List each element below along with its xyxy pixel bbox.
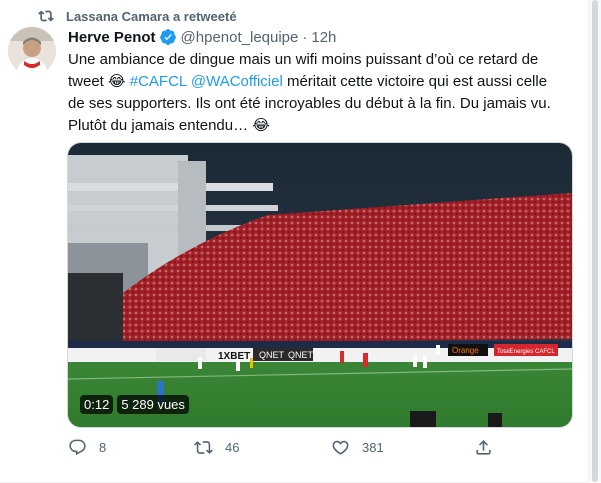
like-button[interactable]: 381 xyxy=(331,438,384,457)
reply-icon xyxy=(69,439,86,456)
ad-board-qnet-1: QNET xyxy=(259,350,285,360)
ad-board-totalenergies: TotalEnergies CAFCL xyxy=(497,349,555,355)
laughing-emoji-icon: 😂 xyxy=(252,117,270,134)
tweet-text-line4: Plutôt du jamais entendu… xyxy=(68,117,253,134)
video-views: 5 289 vues xyxy=(117,395,189,414)
tweet-header: Herve Penot @hpenot_lequipe · 12h xyxy=(68,27,336,47)
separator-dot: · xyxy=(302,28,308,46)
tweet-text-line1: Une ambiance de dingue mais un wifi moin… xyxy=(68,51,539,68)
author-name[interactable]: Herve Penot xyxy=(68,29,156,46)
tweet-text: Une ambiance de dingue mais un wifi moin… xyxy=(68,49,573,137)
share-button[interactable] xyxy=(474,438,505,457)
share-icon xyxy=(476,440,491,455)
tweet-card[interactable]: Lassana Camara a retweeté Herve Penot @h… xyxy=(0,0,589,483)
retweet-icon xyxy=(194,441,213,454)
tweet-text-line2b: méritait cette victoire qui est aussi ce… xyxy=(282,73,548,90)
heart-icon xyxy=(332,440,349,455)
hashtag-link[interactable]: #CAFCL xyxy=(130,73,187,90)
reply-button[interactable]: 8 xyxy=(68,438,106,457)
author-handle[interactable]: @hpenot_lequipe xyxy=(181,29,299,46)
tweet-time[interactable]: 12h xyxy=(311,29,336,46)
retweet-button[interactable]: 46 xyxy=(194,438,239,457)
scrollbar-thumb[interactable] xyxy=(592,0,598,482)
ad-board-orange: Orange xyxy=(452,346,479,355)
video-frame: 1XBET QNET QNET Orange TotalEnergies CAF… xyxy=(68,143,572,427)
mention-link[interactable]: @WACofficiel xyxy=(191,73,283,90)
retweet-count: 46 xyxy=(225,440,240,455)
ad-board-1xbet: 1XBET xyxy=(218,351,250,362)
laughing-emoji-icon: 😂 xyxy=(108,73,126,90)
avatar-image xyxy=(8,27,56,75)
video-overlay: 0:12 5 289 vues xyxy=(80,395,189,414)
like-count: 381 xyxy=(362,440,384,455)
reply-count: 8 xyxy=(99,440,107,455)
tweet-text-line3: de ses supporters. Ils ont été incroyabl… xyxy=(68,95,551,112)
verified-badge-icon xyxy=(159,29,176,45)
ad-board-qnet-2: QNET xyxy=(288,350,314,360)
video-time: 0:12 xyxy=(80,395,114,414)
retweet-label[interactable]: Lassana Camara a retweeté xyxy=(66,9,237,24)
tweet-text-line2a: tweet xyxy=(68,73,109,90)
retweet-icon xyxy=(38,10,54,22)
avatar[interactable] xyxy=(8,27,56,75)
retweet-context: Lassana Camara a retweeté xyxy=(38,6,237,26)
action-bar: 8 46 381 xyxy=(62,438,502,462)
scrollbar[interactable] xyxy=(588,0,601,482)
video-player[interactable]: 1XBET QNET QNET Orange TotalEnergies CAF… xyxy=(67,142,573,428)
